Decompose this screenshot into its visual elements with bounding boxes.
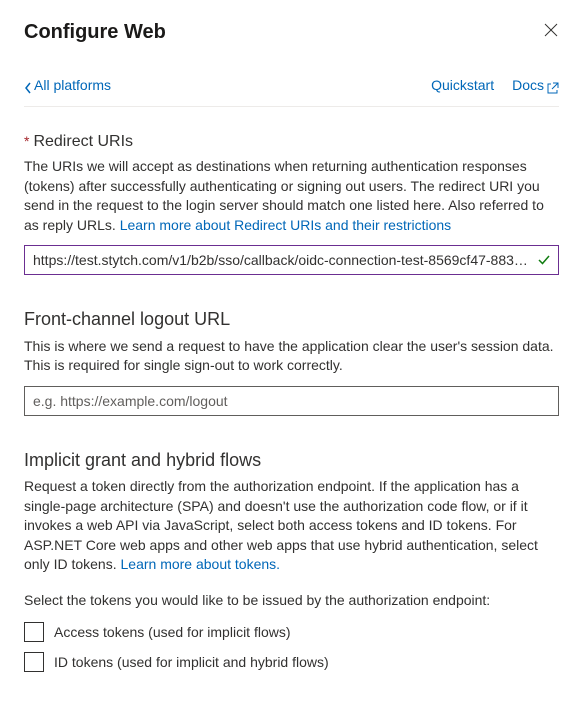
page-title: Configure Web (24, 18, 166, 46)
id-tokens-checkbox[interactable] (24, 652, 44, 672)
quickstart-label: Quickstart (431, 76, 494, 96)
access-tokens-checkbox-row[interactable]: Access tokens (used for implicit flows) (24, 622, 559, 642)
implicit-learn-more-link[interactable]: Learn more about tokens. (121, 556, 281, 572)
redirect-description: The URIs we will accept as destinations … (24, 157, 559, 235)
implicit-desc-text: Request a token directly from the author… (24, 478, 538, 572)
redirect-heading: * Redirect URIs (24, 131, 559, 153)
top-right-links: Quickstart Docs (431, 76, 559, 96)
top-link-bar: All platforms Quickstart Docs (24, 76, 559, 107)
access-tokens-label: Access tokens (used for implicit flows) (54, 623, 291, 643)
required-indicator: * (24, 132, 29, 152)
docs-link[interactable]: Docs (512, 76, 559, 96)
all-platforms-link[interactable]: All platforms (24, 76, 111, 96)
redirect-learn-more-link[interactable]: Learn more about Redirect URIs and their… (120, 217, 451, 233)
valid-check-icon (537, 253, 551, 267)
redirect-title: Redirect URIs (33, 131, 133, 153)
tokens-prompt: Select the tokens you would like to be i… (24, 591, 559, 611)
redirect-uri-input-wrap (24, 245, 559, 275)
id-tokens-label: ID tokens (used for implicit and hybrid … (54, 653, 329, 673)
panel-header: Configure Web (24, 18, 559, 46)
logout-url-section: Front-channel logout URL This is where w… (24, 307, 559, 415)
logout-title: Front-channel logout URL (24, 307, 230, 332)
logout-heading: Front-channel logout URL (24, 307, 559, 332)
redirect-uri-input[interactable] (24, 245, 559, 275)
id-tokens-checkbox-row[interactable]: ID tokens (used for implicit and hybrid … (24, 652, 559, 672)
logout-description: This is where we send a request to have … (24, 337, 559, 376)
all-platforms-label: All platforms (34, 76, 111, 96)
implicit-heading: Implicit grant and hybrid flows (24, 448, 559, 473)
logout-input-wrap (24, 386, 559, 416)
logout-url-input[interactable] (24, 386, 559, 416)
implicit-title: Implicit grant and hybrid flows (24, 448, 261, 473)
access-tokens-checkbox[interactable] (24, 622, 44, 642)
close-button[interactable] (543, 22, 559, 38)
external-link-icon (547, 80, 559, 92)
chevron-left-icon (24, 80, 32, 92)
docs-label: Docs (512, 76, 544, 96)
redirect-uris-section: * Redirect URIs The URIs we will accept … (24, 131, 559, 276)
close-icon (543, 22, 559, 38)
implicit-description: Request a token directly from the author… (24, 477, 559, 575)
quickstart-link[interactable]: Quickstart (431, 76, 494, 96)
implicit-grant-section: Implicit grant and hybrid flows Request … (24, 448, 559, 673)
